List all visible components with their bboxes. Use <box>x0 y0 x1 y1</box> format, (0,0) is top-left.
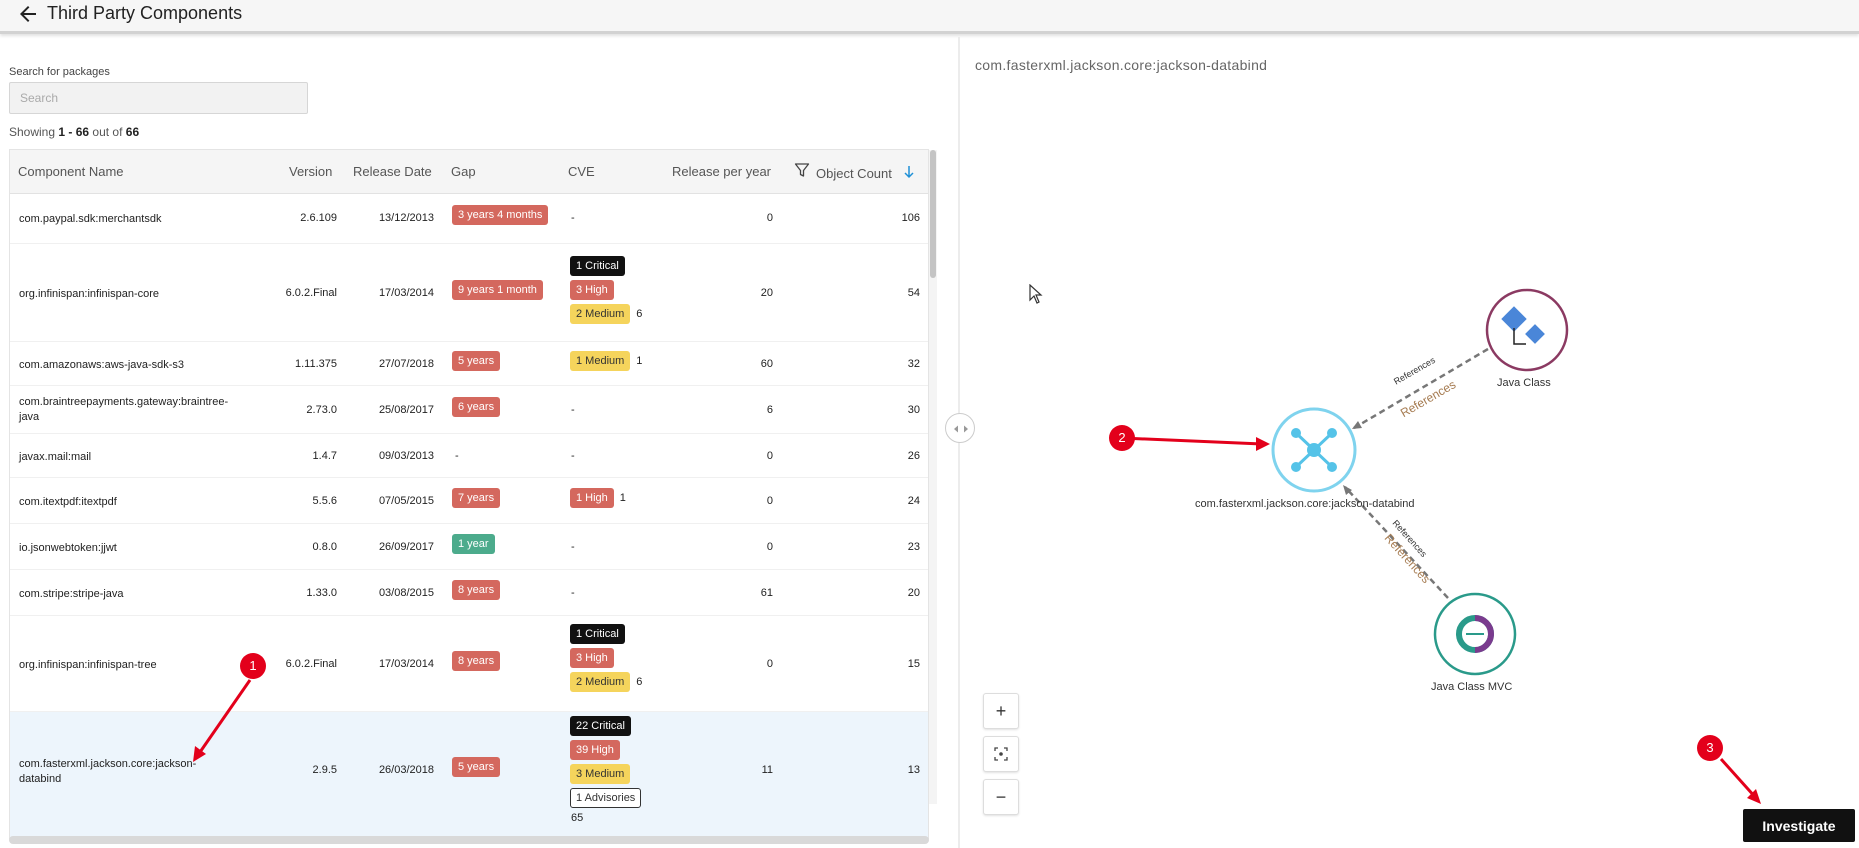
zoom-in-button[interactable]: + <box>983 693 1019 729</box>
dependency-graph <box>193 288 1761 804</box>
annotation-callout-1: 1 <box>240 653 266 679</box>
java-class-mvc-label: Java Class MVC <box>1431 681 1513 693</box>
fit-view-button[interactable] <box>983 736 1019 772</box>
fit-view-icon <box>994 747 1008 761</box>
zoom-out-button[interactable]: − <box>983 779 1019 815</box>
center-node[interactable] <box>1271 407 1357 493</box>
java-class-label: Java Class <box>1497 377 1551 389</box>
annotation-callout-2: 2 <box>1109 425 1135 451</box>
java-class-node[interactable] <box>1485 288 1569 372</box>
annotation-callout-3: 3 <box>1697 735 1723 761</box>
mouse-cursor-icon <box>1029 284 1043 304</box>
center-node-label: com.fasterxml.jackson.core:jackson-datab… <box>1195 498 1415 510</box>
investigate-button[interactable]: Investigate <box>1743 809 1855 842</box>
annotation-arrows <box>193 436 1761 804</box>
java-class-mvc-node[interactable] <box>1433 592 1517 676</box>
